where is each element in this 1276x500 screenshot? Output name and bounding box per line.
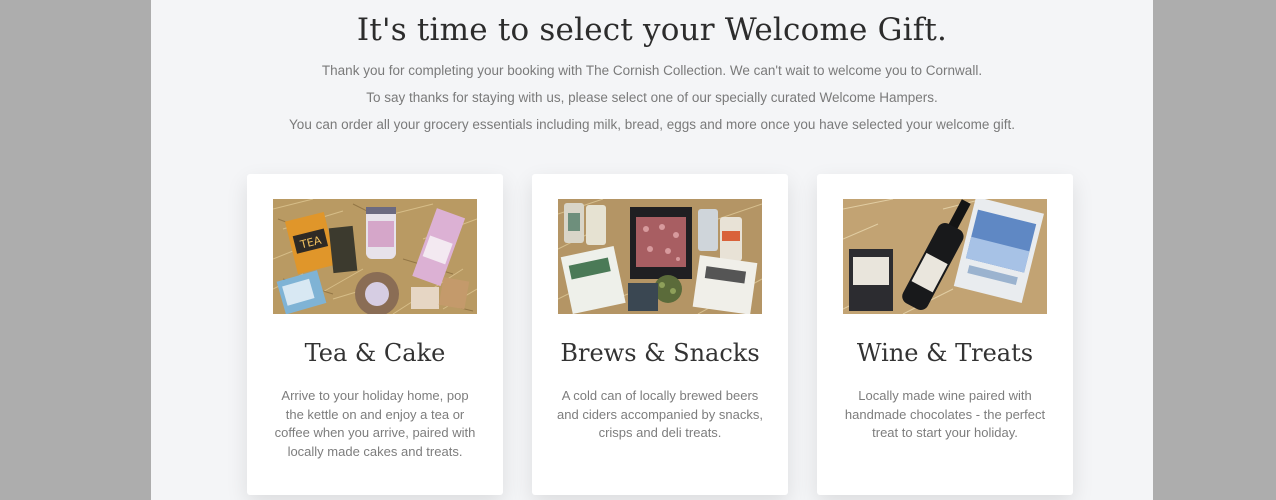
hamper-card-wine-treats[interactable]: Wine & Treats Locally made wine paired w…: [817, 174, 1073, 495]
hamper-card-tea-cake[interactable]: TEA Tea & Cake Arrive to your holiday ho…: [247, 174, 503, 495]
page-title: It's time to select your Welcome Gift.: [356, 12, 948, 48]
intro-line-3: You can order all your grocery essential…: [289, 117, 1015, 132]
brews-snacks-hamper-image[interactable]: [558, 199, 762, 314]
tea-cake-hamper-image[interactable]: TEA: [273, 199, 477, 314]
hamper-description: Arrive to your holiday home, pop the ket…: [274, 388, 476, 459]
hamper-title: Brews & Snacks: [560, 339, 760, 367]
intro-line-2: To say thanks for staying with us, pleas…: [366, 90, 938, 105]
hamper-description: A cold can of locally brewed beers and c…: [557, 388, 763, 440]
hamper-title: Wine & Treats: [856, 339, 1034, 367]
hamper-card-brews-snacks[interactable]: Brews & Snacks A cold can of locally bre…: [532, 174, 788, 495]
hamper-title: Tea & Cake: [304, 339, 446, 367]
wine-treats-hamper-image[interactable]: [843, 199, 1047, 314]
hamper-description: Locally made wine paired with handmade c…: [844, 388, 1046, 440]
intro-line-1: Thank you for completing your booking wi…: [321, 63, 983, 78]
welcome-gift-panel: It's time to select your Welcome Gift. T…: [151, 0, 1153, 500]
